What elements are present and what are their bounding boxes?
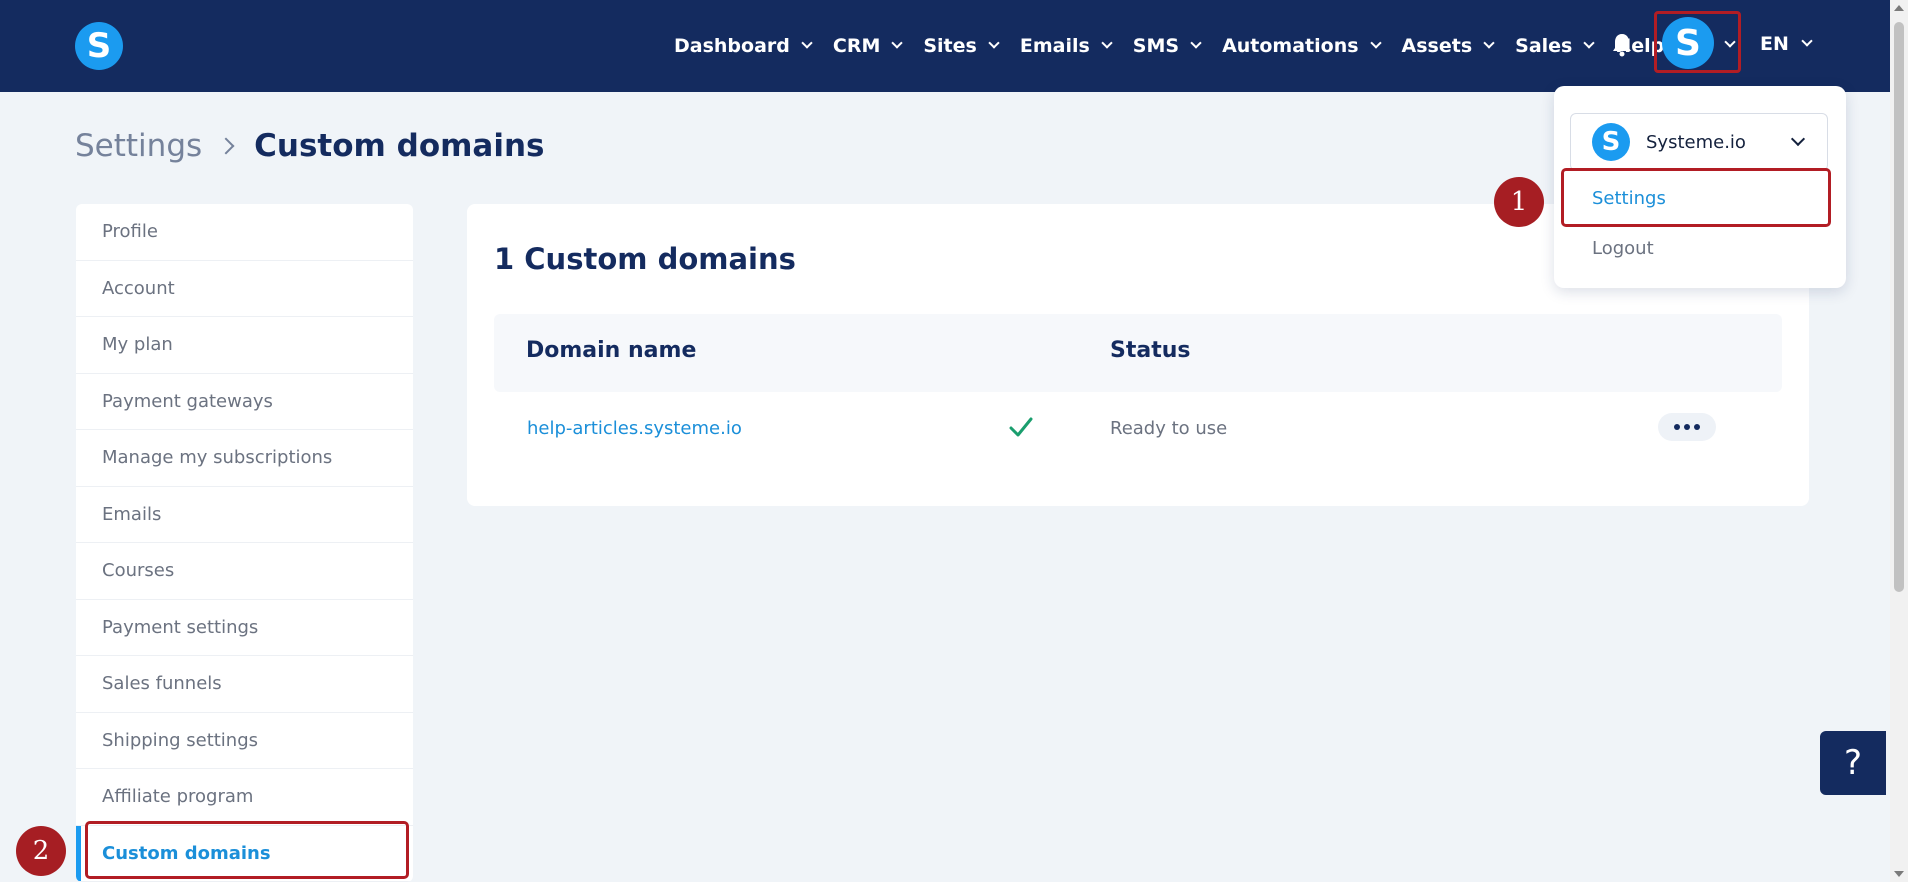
nav-automations[interactable]: Automations [1222, 35, 1382, 57]
user-avatar[interactable]: S [1662, 17, 1714, 69]
check-icon [1009, 417, 1033, 437]
table-row: help-articles.systeme.io Ready to use [494, 392, 1782, 468]
sidebar-item-profile[interactable]: Profile [76, 204, 413, 261]
nav-sites-label: Sites [923, 35, 977, 57]
sidebar-item-shipping-settings[interactable]: Shipping settings [76, 713, 413, 769]
sidebar-item-my-plan[interactable]: My plan [76, 317, 413, 374]
custom-domains-highlight-box [85, 821, 409, 879]
nav-sites[interactable]: Sites [923, 35, 1000, 57]
nav-dashboard-label: Dashboard [674, 35, 790, 57]
column-header-domain: Domain name [526, 338, 697, 363]
systeme-logo[interactable]: S [75, 22, 123, 70]
nav-sales-label: Sales [1515, 35, 1573, 57]
sidebar-item-sales-funnels[interactable]: Sales funnels [76, 656, 413, 713]
settings-highlight-box [1561, 168, 1831, 227]
chevron-down-icon [1801, 35, 1813, 47]
top-navbar: S Dashboard CRM Sites Emails SMS Automat… [0, 0, 1890, 92]
scroll-up-arrow-icon[interactable] [1894, 5, 1904, 11]
sidebar-item-affiliate-program[interactable]: Affiliate program [76, 769, 413, 826]
table-header: Domain name Status [494, 314, 1782, 392]
dot-icon [1684, 424, 1690, 430]
nav-dashboard[interactable]: Dashboard [674, 35, 813, 57]
chevron-down-icon [801, 37, 813, 49]
nav-emails[interactable]: Emails [1019, 35, 1113, 57]
nav-sales[interactable]: Sales [1515, 35, 1596, 57]
page-scrollbar[interactable] [1890, 0, 1908, 882]
step-marker-2: 2 [16, 826, 66, 876]
chevron-down-icon [1369, 37, 1382, 49]
nav-assets-label: Assets [1401, 35, 1473, 57]
sidebar-item-manage-subscriptions[interactable]: Manage my subscriptions [76, 430, 413, 487]
sidebar-item-account[interactable]: Account [76, 261, 413, 317]
nav-crm[interactable]: CRM [832, 35, 904, 57]
breadcrumb: Settings Custom domains [75, 128, 545, 164]
dropdown-logout[interactable]: Logout [1592, 238, 1654, 259]
account-logo: S [1592, 123, 1630, 161]
more-options-button[interactable] [1658, 413, 1716, 441]
nav-crm-label: CRM [832, 35, 881, 57]
page-title: Custom domains [254, 128, 545, 164]
chevron-right-icon [217, 137, 235, 155]
chevron-down-icon [988, 37, 1000, 49]
nav-sms[interactable]: SMS [1132, 35, 1202, 57]
main-nav: Dashboard CRM Sites Emails SMS Automatio… [674, 0, 1686, 92]
sidebar-item-courses[interactable]: Courses [76, 543, 413, 600]
dot-icon [1694, 424, 1700, 430]
account-selector[interactable]: S Systeme.io [1570, 113, 1828, 171]
chevron-down-icon [1790, 131, 1806, 147]
scroll-down-arrow-icon[interactable] [1894, 871, 1904, 877]
chevron-down-icon [1483, 37, 1495, 49]
domain-link[interactable]: help-articles.systeme.io [527, 418, 742, 439]
status-text: Ready to use [1110, 418, 1228, 439]
account-name: Systeme.io [1646, 131, 1746, 153]
chevron-down-icon [1190, 37, 1202, 49]
nav-assets[interactable]: Assets [1401, 35, 1495, 57]
card-title: 1 Custom domains [494, 242, 796, 276]
nav-emails-label: Emails [1019, 35, 1090, 57]
nav-automations-label: Automations [1222, 35, 1359, 57]
dot-icon [1674, 424, 1680, 430]
chevron-down-icon [1583, 37, 1596, 49]
sidebar-item-emails[interactable]: Emails [76, 487, 413, 543]
chevron-down-icon [891, 37, 904, 49]
settings-sidebar: Profile Account My plan Payment gateways… [76, 204, 413, 882]
step-marker-1: 1 [1494, 177, 1544, 227]
breadcrumb-settings[interactable]: Settings [75, 128, 202, 164]
sidebar-item-payment-settings[interactable]: Payment settings [76, 600, 413, 656]
bell-icon[interactable] [1610, 32, 1634, 58]
column-header-status: Status [1110, 338, 1191, 363]
chevron-down-icon [1101, 37, 1113, 49]
nav-sms-label: SMS [1132, 35, 1180, 57]
help-button[interactable]: ? [1820, 731, 1886, 795]
language-label: EN [1760, 33, 1789, 55]
language-selector[interactable]: EN [1760, 33, 1813, 55]
sidebar-item-payment-gateways[interactable]: Payment gateways [76, 374, 413, 430]
scrollbar-thumb[interactable] [1894, 22, 1904, 592]
